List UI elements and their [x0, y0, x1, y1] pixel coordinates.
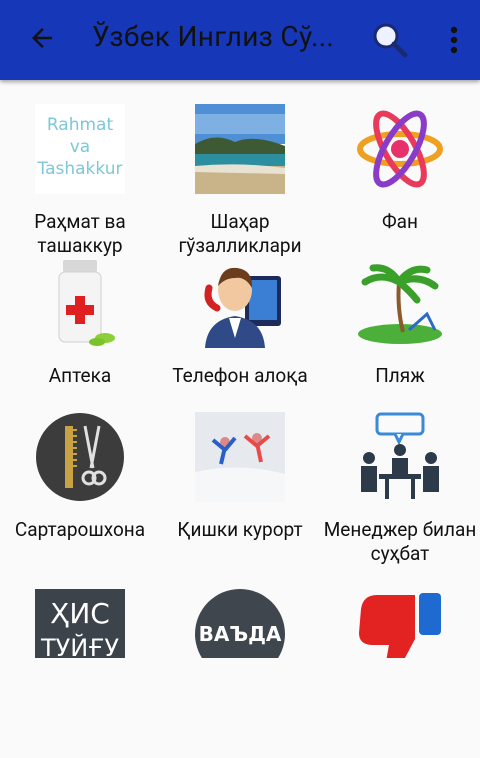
phone-call-icon — [195, 258, 285, 348]
topic-tile-dislike[interactable] — [320, 589, 480, 658]
arrow-left-icon — [32, 28, 52, 48]
tile-label: Фан — [382, 210, 418, 233]
topic-tile-city[interactable]: Шаҳар гўзалликлари — [160, 104, 320, 257]
atom-icon — [355, 104, 445, 194]
overflow-menu-button[interactable] — [440, 18, 468, 62]
app-title: Ўзбек Инглиз Сў... — [92, 20, 335, 53]
tile-label: Сартарошхона — [14, 518, 146, 541]
beach-icon — [355, 258, 445, 348]
pharmacy-icon — [35, 258, 125, 348]
tile-label: Шаҳар гўзалликлари — [178, 210, 302, 257]
topic-tile-manager-talk[interactable]: Менеджер билан суҳбат — [320, 412, 480, 565]
topic-tile-thanks[interactable]: Rahmat va Tashakkur Раҳмат ва ташаккур — [0, 104, 160, 257]
tile-label: Аптека — [48, 364, 112, 387]
topic-tile-barber[interactable]: Сартарошхона — [0, 412, 160, 562]
thanks-image-text-3: Tashakkur — [37, 159, 123, 179]
topic-tile-phone[interactable]: Телефон алоқа — [160, 258, 320, 388]
promise-image-text: ВАЪДА — [198, 622, 282, 646]
topic-grid: Rahmat va Tashakkur Раҳмат ва ташаккур Ш… — [0, 80, 480, 758]
meeting-icon — [355, 412, 445, 502]
tile-label: Қишки курорт — [177, 518, 303, 541]
back-button[interactable] — [22, 18, 62, 58]
more-vertical-icon — [450, 26, 458, 54]
thanks-image-text-1: Rahmat — [46, 115, 114, 135]
search-icon — [373, 23, 408, 58]
tile-label: Раҳмат ва ташаккур — [34, 210, 126, 257]
city-beach-image — [195, 104, 285, 194]
app-bar: Ўзбек Инглиз Сў... — [0, 0, 480, 80]
scissors-comb-icon — [35, 412, 125, 502]
thumbs-down-icon — [355, 589, 445, 658]
ski-resort-image — [195, 412, 285, 502]
topic-tile-ski-resort[interactable]: Қишки курорт — [160, 412, 320, 562]
feelings-image-text-2: ТУЙҒУ — [40, 634, 120, 658]
topic-tile-beach[interactable]: Пляж — [320, 258, 480, 388]
topic-tile-science[interactable]: Фан — [320, 104, 480, 254]
thanks-image-text-2: va — [69, 137, 91, 157]
search-button[interactable] — [368, 18, 412, 62]
feelings-image: ҲИС ТУЙҒУ — [35, 589, 125, 658]
topic-tile-pharmacy[interactable]: Аптека — [0, 258, 160, 388]
tile-label: Телефон алоқа — [172, 364, 308, 387]
topic-tile-promise[interactable]: ВАЪДА — [160, 589, 320, 658]
tile-label: Пляж — [375, 364, 425, 387]
topic-tile-feelings[interactable]: ҲИС ТУЙҒУ — [0, 589, 160, 658]
tile-label: Менеджер билан суҳбат — [323, 518, 477, 565]
promise-image: ВАЪДА — [195, 589, 285, 658]
feelings-image-text-1: ҲИС — [50, 597, 110, 630]
thanks-image: Rahmat va Tashakkur — [35, 104, 125, 194]
